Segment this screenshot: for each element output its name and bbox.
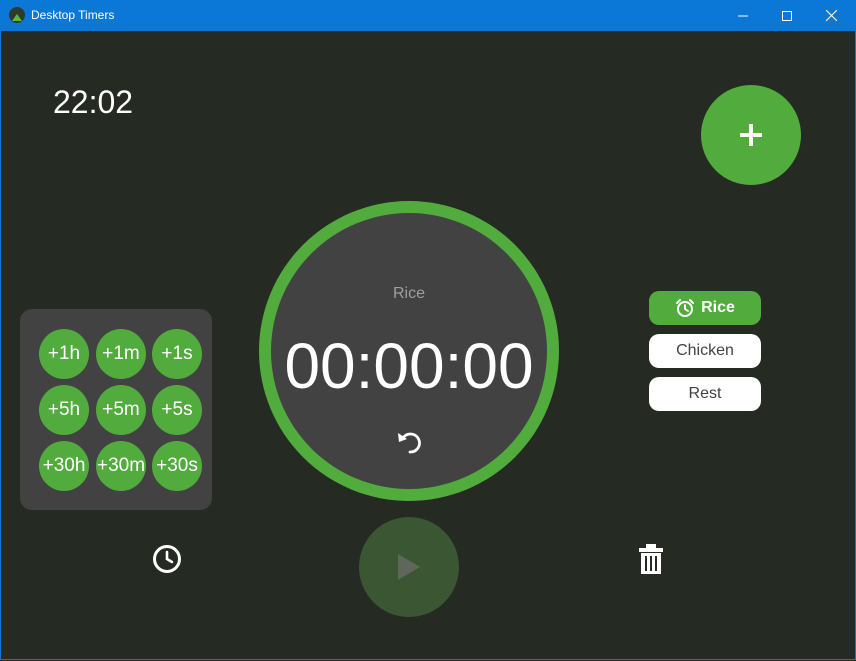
app-icon — [9, 7, 25, 23]
add-30h-button[interactable]: +30h — [39, 441, 89, 491]
timer-tab-rest[interactable]: Rest — [649, 377, 761, 411]
alarm-clock-icon — [676, 299, 695, 317]
timer-tab-label: Rest — [688, 385, 722, 402]
history-clock-icon — [153, 545, 181, 573]
reset-button[interactable] — [395, 427, 425, 457]
timer-tab-label: Rice — [701, 299, 735, 316]
add-5h-button[interactable]: +5h — [39, 385, 89, 435]
minimize-icon — [737, 15, 748, 16]
title-bar: Desktop Timers — [0, 0, 856, 31]
timer-dial: Rice 00:00:00 — [259, 201, 559, 501]
timer-face: Rice 00:00:00 — [271, 213, 547, 489]
window-title: Desktop Timers — [31, 8, 115, 22]
start-button[interactable] — [359, 517, 459, 617]
timer-tab-label: Chicken — [676, 342, 734, 359]
add-5m-button[interactable]: +5m — [96, 385, 146, 435]
add-1m-button[interactable]: +1m — [96, 329, 146, 379]
timer-tab-rice[interactable]: Rice — [649, 291, 761, 325]
current-time: 22:02 — [53, 84, 134, 120]
add-30s-button[interactable]: +30s — [152, 441, 202, 491]
increment-panel: +1h +1m +1s +5h +5m +5s +30h +30m +30s — [20, 309, 212, 510]
close-button[interactable] — [809, 0, 854, 31]
maximize-button[interactable] — [764, 0, 809, 31]
add-1h-button[interactable]: +1h — [39, 329, 89, 379]
add-1s-button[interactable]: +1s — [152, 329, 202, 379]
delete-timer-button[interactable] — [637, 543, 665, 575]
timer-tab-chicken[interactable]: Chicken — [649, 334, 761, 368]
play-icon — [398, 554, 420, 580]
close-icon — [826, 10, 837, 21]
timer-name: Rice — [392, 285, 425, 302]
maximize-icon — [781, 10, 792, 21]
minimize-button[interactable] — [720, 0, 765, 31]
timer-display: 00:00:00 — [284, 330, 534, 402]
add-5s-button[interactable]: +5s — [152, 385, 202, 435]
reset-icon — [398, 432, 421, 454]
history-button[interactable] — [151, 543, 183, 575]
add-timer-button[interactable] — [701, 85, 801, 185]
trash-icon — [639, 544, 663, 574]
plus-icon — [740, 124, 762, 146]
add-30m-button[interactable]: +30m — [96, 441, 146, 491]
